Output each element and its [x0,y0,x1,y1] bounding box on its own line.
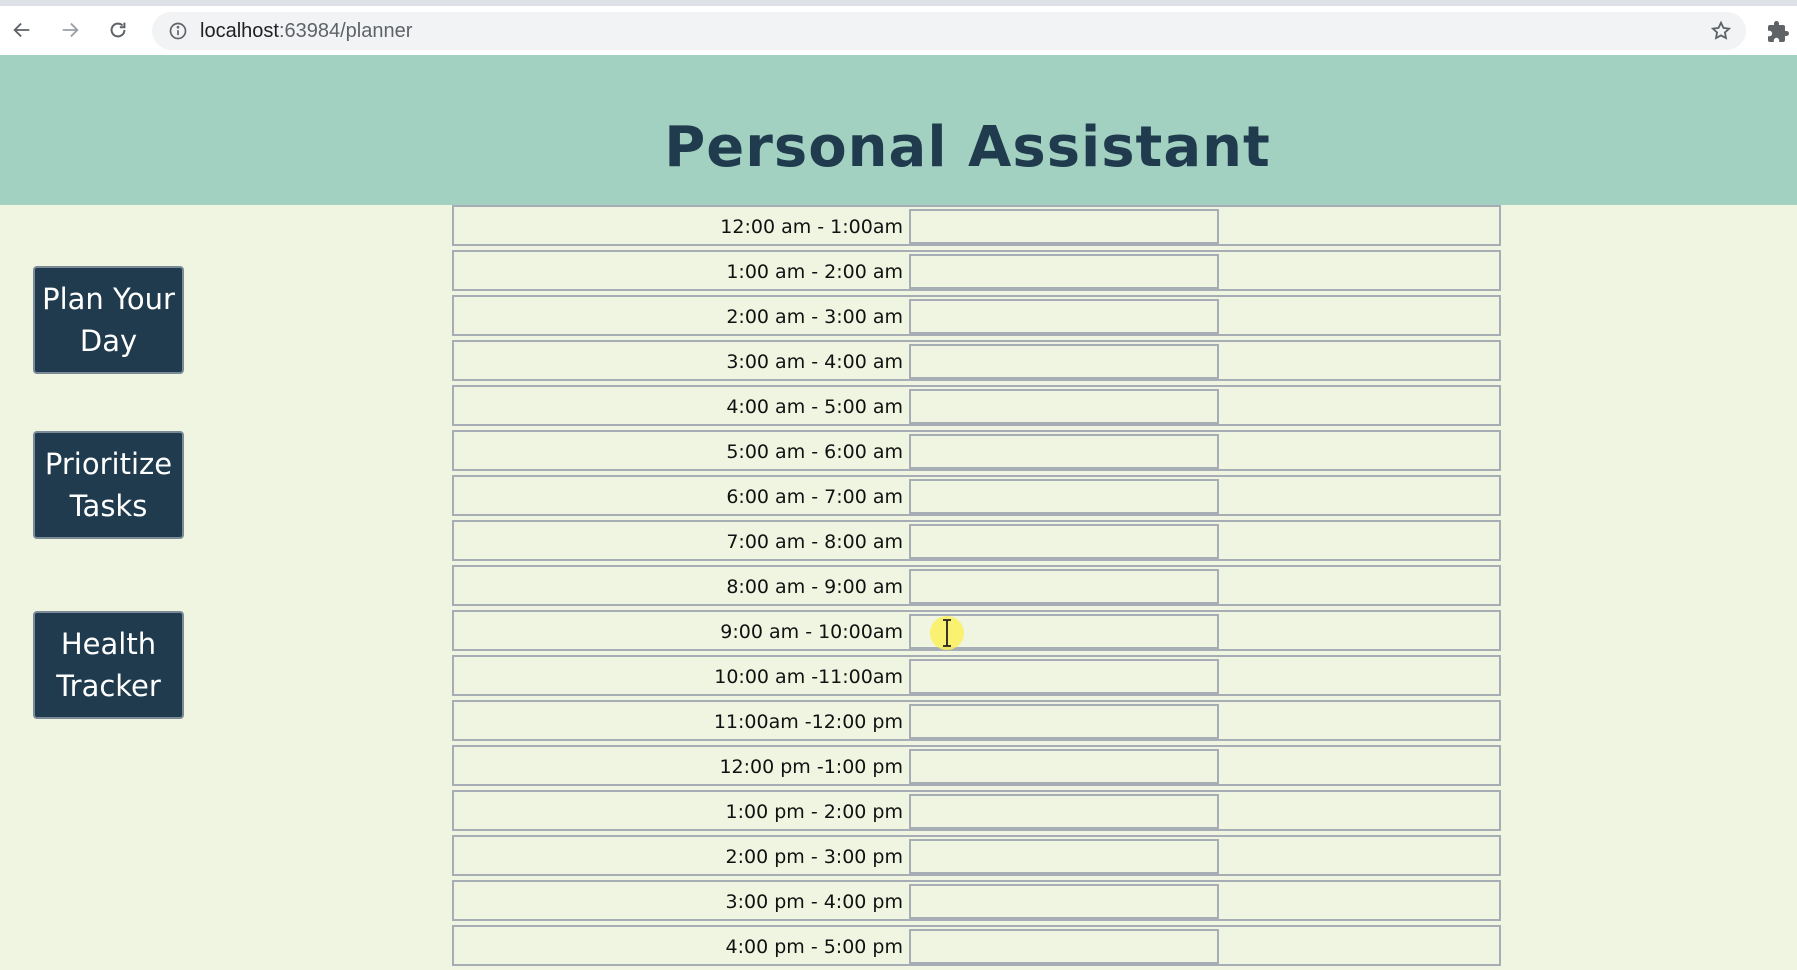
planner-row: 2:00 pm - 3:00 pm [452,835,1501,876]
task-input[interactable] [909,569,1219,604]
time-slot-label: 11:00am -12:00 pm [713,711,903,733]
planner-row: 4:00 am - 5:00 am [452,385,1501,426]
task-input[interactable] [909,479,1219,514]
time-slot-label: 4:00 pm - 5:00 pm [725,936,904,958]
planner-row: 6:00 am - 7:00 am [452,475,1501,516]
planner-row: 10:00 am -11:00am [452,655,1501,696]
time-slot-label: 1:00 pm - 2:00 pm [725,801,904,823]
task-input[interactable] [909,254,1219,289]
time-slot-label: 4:00 am - 5:00 am [726,396,903,418]
planner-row: 12:00 am - 1:00am [452,205,1501,246]
planner-row: 8:00 am - 9:00 am [452,565,1501,606]
task-input[interactable] [909,389,1219,424]
prioritize-tasks-button[interactable]: Prioritize Tasks [33,431,184,539]
planner-row: 5:00 am - 6:00 am [452,430,1501,471]
planner-row: 2:00 am - 3:00 am [452,295,1501,336]
url-text[interactable]: localhost:63984/planner [200,20,412,43]
task-input[interactable] [909,794,1219,829]
time-slot-label: 8:00 am - 9:00 am [726,576,903,598]
star-icon[interactable] [1710,20,1732,42]
planner-row: 3:00 am - 4:00 am [452,340,1501,381]
health-tracker-button[interactable]: Health Tracker [33,611,184,719]
time-slot-label: 5:00 am - 6:00 am [726,441,903,463]
planner-row: 9:00 am - 10:00am [452,610,1501,651]
time-slot-label: 1:00 am - 2:00 am [726,261,903,283]
time-slot-label: 9:00 am - 10:00am [720,621,903,643]
planner-row: 3:00 pm - 4:00 pm [452,880,1501,921]
planner-row: 7:00 am - 8:00 am [452,520,1501,561]
task-input[interactable] [909,749,1219,784]
time-slot-label: 3:00 pm - 4:00 pm [725,891,904,913]
reload-icon[interactable] [104,16,132,44]
time-slot-label: 7:00 am - 8:00 am [726,531,903,553]
task-input[interactable] [909,929,1219,964]
info-icon[interactable] [168,21,188,41]
planner-row: 1:00 am - 2:00 am [452,250,1501,291]
time-slot-label: 3:00 am - 4:00 am [726,351,903,373]
planner-row: 1:00 pm - 2:00 pm [452,790,1501,831]
task-input[interactable] [909,704,1219,739]
task-input[interactable] [909,524,1219,559]
page-title: Personal Assistant [664,115,1271,180]
task-input[interactable] [909,344,1219,379]
url-path: :63984/planner [278,19,413,42]
planner-row: 11:00am -12:00 pm [452,700,1501,741]
task-input[interactable] [909,884,1219,919]
time-slot-label: 12:00 pm -1:00 pm [719,756,903,778]
url-host: localhost [200,19,279,42]
time-slot-label: 12:00 am - 1:00am [720,216,903,238]
time-slot-label: 6:00 am - 7:00 am [726,486,903,508]
puzzle-icon[interactable] [1766,20,1790,44]
forward-arrow-icon[interactable] [56,16,84,44]
task-input[interactable] [909,299,1219,334]
back-arrow-icon[interactable] [8,16,36,44]
hourly-planner: 12:00 am - 1:00am 1:00 am - 2:00 am 2:00 a… [452,205,1501,970]
task-input[interactable] [909,839,1219,874]
task-input[interactable] [909,209,1219,244]
time-slot-label: 2:00 am - 3:00 am [726,306,903,328]
planner-row: 4:00 pm - 5:00 pm [452,925,1501,966]
plan-your-day-button[interactable]: Plan Your Day [33,266,184,374]
browser-toolbar: localhost:63984/planner [0,0,1797,55]
task-input[interactable] [909,434,1219,469]
time-slot-label: 2:00 pm - 3:00 pm [725,846,904,868]
address-bar[interactable]: localhost:63984/planner [152,12,1746,50]
planner-row: 12:00 pm -1:00 pm [452,745,1501,786]
task-input[interactable] [909,614,1219,649]
time-slot-label: 10:00 am -11:00am [714,666,903,688]
task-input[interactable] [909,659,1219,694]
